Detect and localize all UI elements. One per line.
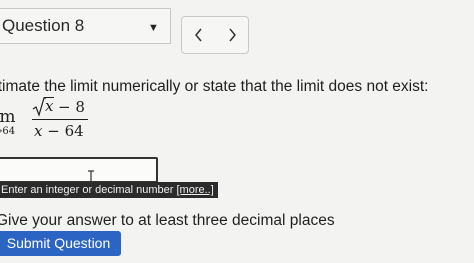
precision-instruction: Give your answer to at least three decim… (0, 212, 335, 229)
fraction-bar (32, 119, 88, 120)
more-link[interactable]: [more..] (177, 184, 214, 196)
chevron-left-icon (194, 28, 202, 42)
answer-format-hint: Enter an integer or decimal number [more… (0, 182, 218, 198)
previous-question-button[interactable] (182, 17, 215, 53)
limit-word: im (0, 107, 16, 127)
limit-fraction: x − 8 x − 64 (32, 94, 88, 144)
question-title: Question 8 (2, 16, 85, 35)
answer-input[interactable] (0, 157, 158, 183)
numerator-rest: − 8 (58, 98, 85, 116)
limit-subscript: →64 (0, 126, 16, 137)
denominator-rest: − 64 (42, 122, 84, 140)
question-header: Question 8 ▼ (0, 0, 474, 64)
fraction-numerator: x − 8 (32, 94, 88, 117)
submit-question-button[interactable]: Submit Question (0, 231, 121, 256)
next-question-button[interactable] (215, 17, 248, 53)
fraction-denominator: x − 64 (34, 122, 84, 140)
question-nav (181, 16, 249, 54)
chevron-right-icon (228, 28, 236, 42)
numerator-radicand: x (44, 97, 55, 115)
question-selector[interactable]: Question 8 ▼ (0, 8, 171, 44)
hint-text: Enter an integer or decimal number (1, 184, 174, 196)
caret-down-icon[interactable]: ▼ (148, 22, 159, 34)
